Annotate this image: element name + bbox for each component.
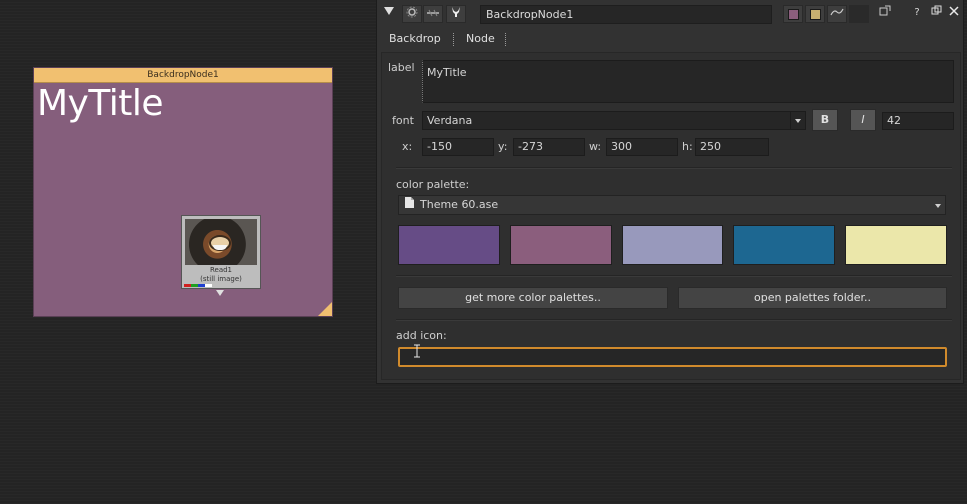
curve-icon[interactable] xyxy=(827,5,847,23)
blank-icon[interactable] xyxy=(849,5,869,23)
close-icon[interactable] xyxy=(944,5,964,23)
color-swatch-icon[interactable] xyxy=(783,5,803,23)
channel-indicator xyxy=(184,284,212,287)
tab-content: label MyTitle font Verdana B I 42 x: -15… xyxy=(381,52,961,380)
y-field[interactable]: -273 xyxy=(513,138,585,156)
italic-button[interactable]: I xyxy=(850,109,876,131)
font-value: Verdana xyxy=(427,114,473,127)
label-textarea[interactable]: MyTitle xyxy=(422,60,954,103)
horns-icon[interactable] xyxy=(446,5,466,23)
read-node[interactable]: Read1 (still image) xyxy=(181,215,261,296)
h-field[interactable]: 250 xyxy=(695,138,769,156)
read-node-name: Read1 xyxy=(209,266,233,274)
font-dropdown[interactable]: Verdana xyxy=(422,111,806,130)
palette-dropdown[interactable]: Theme 60.ase xyxy=(398,195,946,215)
settings-icon[interactable] xyxy=(402,5,422,23)
read-node-subtitle: (still image) xyxy=(200,275,242,283)
divider xyxy=(396,275,952,277)
collapse-arrow-icon[interactable] xyxy=(379,5,399,23)
x-label: x: xyxy=(402,140,413,153)
divider xyxy=(396,167,952,169)
backdrop-label: MyTitle xyxy=(37,83,164,124)
read-thumbnail xyxy=(185,219,257,265)
chevron-down-icon xyxy=(790,112,805,129)
palette-swatch[interactable] xyxy=(398,225,500,265)
color-swatch2-icon[interactable] xyxy=(805,5,825,23)
divider xyxy=(396,319,952,321)
palette-swatch[interactable] xyxy=(733,225,835,265)
font-size-field[interactable]: 42 xyxy=(882,112,954,130)
x-field[interactable]: -150 xyxy=(422,138,494,156)
color-palette-label: color palette: xyxy=(396,178,470,191)
palette-value: Theme 60.ase xyxy=(420,198,499,211)
palette-swatch[interactable] xyxy=(510,225,612,265)
backdrop-title: BackdropNode1 xyxy=(34,68,332,83)
link-icon[interactable] xyxy=(423,5,443,23)
palette-swatch[interactable] xyxy=(622,225,723,265)
help-icon[interactable]: ? xyxy=(907,5,927,23)
add-icon-label: add icon: xyxy=(396,329,447,342)
add-icon-input[interactable] xyxy=(398,347,947,367)
output-arrow-icon[interactable] xyxy=(216,290,224,296)
open-palettes-folder-button[interactable]: open palettes folder.. xyxy=(678,287,947,309)
resize-handle[interactable] xyxy=(318,302,332,316)
w-field[interactable]: 300 xyxy=(606,138,678,156)
tab-bar: Backdrop Node xyxy=(377,30,965,50)
w-label: w: xyxy=(589,140,602,153)
text-cursor-icon xyxy=(414,344,420,361)
h-label: h: xyxy=(682,140,693,153)
tab-node[interactable]: Node xyxy=(466,32,495,45)
float-icon[interactable] xyxy=(926,5,946,23)
font-label: font xyxy=(392,114,414,127)
label-label: label xyxy=(388,61,415,74)
bold-button[interactable]: B xyxy=(812,109,838,131)
get-more-palettes-button[interactable]: get more color palettes.. xyxy=(398,287,668,309)
y-label: y: xyxy=(498,140,508,153)
properties-panel: BackdropNode1 ? Backdrop Node label MyTi… xyxy=(376,0,964,384)
chevron-down-icon xyxy=(935,196,941,214)
backdrop-node[interactable]: BackdropNode1 MyTitle Read1 (still image… xyxy=(33,67,333,317)
file-icon xyxy=(405,196,414,214)
panel-titlebar: BackdropNode1 ? xyxy=(377,3,965,27)
node-name-field[interactable]: BackdropNode1 xyxy=(480,5,772,24)
undock-icon[interactable] xyxy=(875,5,895,23)
palette-swatch[interactable] xyxy=(845,225,947,265)
tab-backdrop[interactable]: Backdrop xyxy=(389,32,441,45)
